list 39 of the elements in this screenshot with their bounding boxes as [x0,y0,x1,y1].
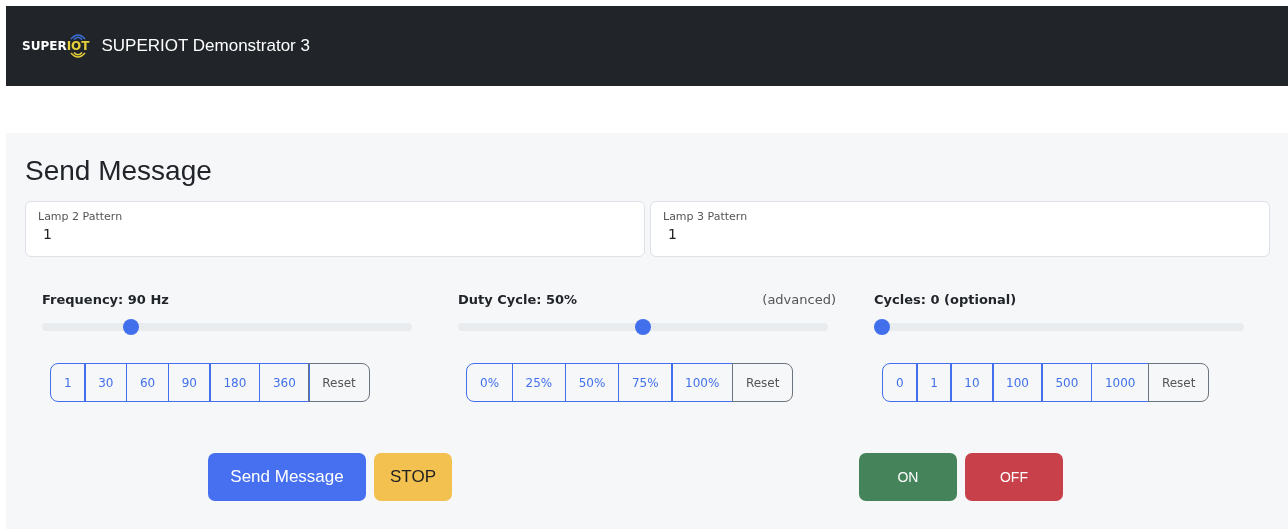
preset-button[interactable]: 1 [916,363,952,402]
action-button[interactable]: STOP [374,453,452,501]
slider-track[interactable] [458,319,828,335]
preset-button[interactable]: 50% [564,363,620,402]
preset-button[interactable]: 30 [84,363,128,402]
slider-label: Duty Cycle: 50% [458,292,578,307]
preset-button[interactable]: 1 [50,363,86,402]
action-button[interactable]: Send Message [208,453,366,501]
preset-button[interactable]: 75% [617,363,673,402]
reset-button[interactable]: Reset [1147,363,1210,402]
preset-button[interactable]: 1000 [1090,363,1150,402]
action-button[interactable]: OFF [965,453,1063,501]
reset-button[interactable]: Reset [731,363,794,402]
reset-button[interactable]: Reset [308,363,370,402]
preset-button[interactable]: 10 [950,363,994,402]
slider-thumb[interactable] [874,319,890,335]
preset-button[interactable]: 100 [992,363,1043,402]
preset-button[interactable]: 500 [1041,363,1093,402]
preset-button[interactable]: 180 [209,363,261,402]
preset-button[interactable]: 360 [258,363,310,402]
pattern-field[interactable]: Lamp 2 Pattern 1 [25,201,645,257]
preset-button[interactable]: 60 [125,363,170,402]
slider-label: Cycles: 0 (optional) [874,292,1017,307]
slider-thumb[interactable] [123,319,140,335]
panel-heading: Send Message [25,155,213,187]
slider-thumb[interactable] [635,319,651,335]
action-button[interactable]: ON [859,453,957,501]
logo[interactable]: SUPERIOT [22,32,90,60]
slider-note: (advanced) [762,292,836,307]
preset-button[interactable]: 0% [466,363,514,402]
preset-button[interactable]: 25% [511,363,567,402]
app-title: SUPERIOT Demonstrator 3 [101,36,310,56]
slider-track[interactable] [42,319,412,335]
preset-button[interactable]: 90 [167,363,211,402]
preset-button[interactable]: 100% [671,363,734,402]
preset-button[interactable]: 0 [882,363,918,402]
slider-label: Frequency: 90 Hz [42,292,169,307]
pattern-field[interactable]: Lamp 3 Pattern 1 [650,201,1270,257]
slider-track[interactable] [874,319,1244,335]
